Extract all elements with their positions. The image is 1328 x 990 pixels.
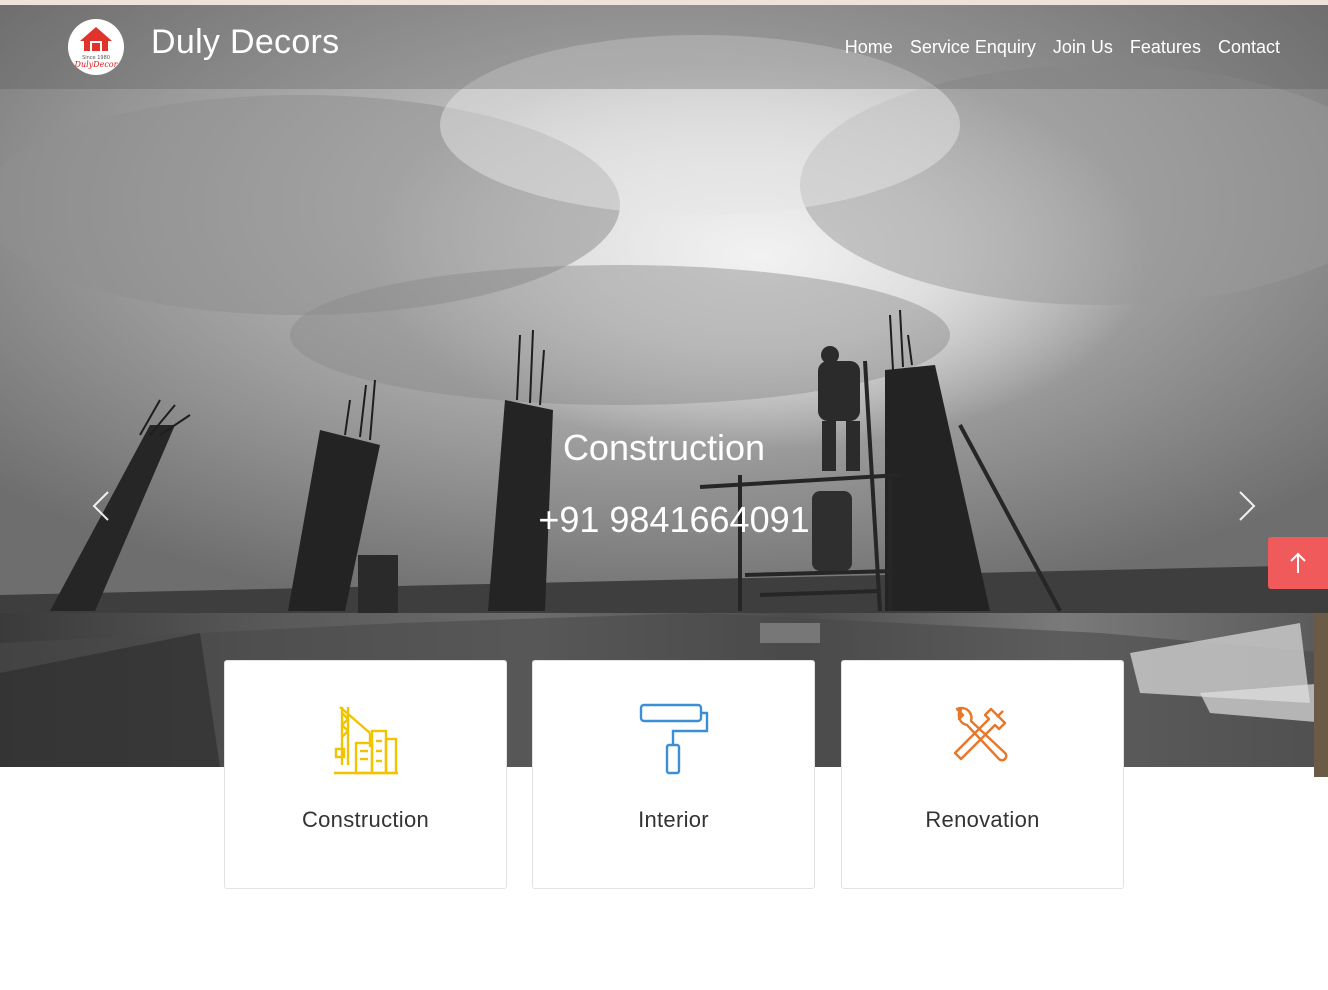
brand-name[interactable]: Duly Decors <box>151 23 339 62</box>
scroll-top-button[interactable] <box>1268 537 1328 589</box>
hero-title: Construction <box>562 427 766 468</box>
svg-text:DulyDecor: DulyDecor <box>74 60 119 69</box>
nav-features[interactable]: Features <box>1130 37 1201 58</box>
house-logo-icon: Since 1980 DulyDecor <box>74 27 119 69</box>
arrow-up-icon <box>1290 552 1306 573</box>
service-card-interior[interactable]: Interior <box>532 660 815 889</box>
chevron-left-icon <box>92 491 109 521</box>
service-label: Renovation <box>925 807 1040 832</box>
carousel-prev-button[interactable] <box>90 489 112 523</box>
chevron-right-icon <box>1239 491 1256 521</box>
hero-phone[interactable]: +91 9841664091 <box>0 499 1328 541</box>
nav-service-enquiry[interactable]: Service Enquiry <box>910 37 1036 58</box>
wrench-hammer-icon <box>953 706 1007 762</box>
service-card-construction[interactable]: Construction <box>224 660 507 889</box>
service-label: Construction <box>301 807 430 832</box>
brand-logo[interactable]: Since 1980 DulyDecor <box>68 19 124 75</box>
service-card-renovation[interactable]: Renovation <box>841 660 1124 889</box>
crane-building-icon <box>333 706 398 775</box>
nav-join-us[interactable]: Join Us <box>1053 37 1113 58</box>
band-edge <box>1314 613 1328 777</box>
nav-contact[interactable]: Contact <box>1218 37 1280 58</box>
paint-roller-icon <box>639 703 708 775</box>
carousel-next-button[interactable] <box>1236 489 1258 523</box>
service-label: Interior <box>638 807 709 832</box>
main-nav: Home Service Enquiry Join Us Features Co… <box>845 37 1280 58</box>
navbar: Since 1980 DulyDecor Duly Decors Home Se… <box>0 5 1328 89</box>
hero-carousel: Construction +91 9841664091 <box>0 5 1328 613</box>
nav-home[interactable]: Home <box>845 37 893 58</box>
